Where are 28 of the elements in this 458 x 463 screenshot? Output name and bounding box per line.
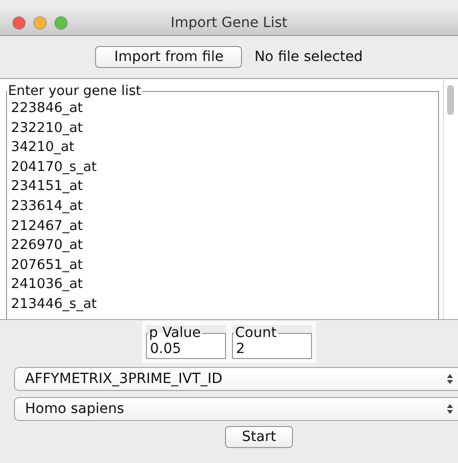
start-button[interactable]: Start: [224, 426, 294, 448]
gene-id: 213446_s_at: [11, 294, 98, 314]
window-control-icon[interactable]: [33, 16, 47, 30]
gene-id: 204170_s_at: [11, 158, 98, 177]
gene-id: 233614_at: [11, 196, 84, 216]
dropdown[interactable]: Homo sapiens: [14, 397, 458, 421]
window-control-icon[interactable]: [54, 16, 68, 30]
field-value: 2: [236, 341, 246, 357]
stepper-icon: [446, 373, 454, 385]
gene-list-legend: Enter your gene list: [7, 84, 142, 99]
file-status: No file selected: [254, 49, 363, 65]
window-title: Import Gene List: [170, 14, 288, 30]
gene-id: 226970_at: [11, 236, 84, 256]
gene-id: 212467_at: [11, 216, 84, 236]
gene-id: 241036_at: [11, 275, 84, 294]
dropdown[interactable]: AFFYMETRIX_3PRIME_IVT_ID: [14, 367, 458, 391]
gene-id: 234151_at: [11, 177, 84, 196]
window-control-icon[interactable]: [12, 16, 26, 30]
field-legend: Count: [234, 325, 278, 341]
gene-id: 207651_at: [11, 256, 84, 275]
field-value: 0.05: [150, 341, 182, 357]
stepper-icon: [446, 403, 454, 415]
gene-list-area[interactable]: Enter your gene list 223846_at 232210_at 34210_at 204170_s_at 234151_at 233614_at 212467_at 226970_at 207651_at 241036_at 213446_s_at: [0, 78, 458, 320]
gene-id: 223846_at: [11, 99, 84, 118]
import-button[interactable]: Import from file: [95, 46, 242, 68]
gene-id: 34210_at: [11, 138, 76, 158]
gene-id: 232210_at: [11, 118, 84, 138]
field-legend: p Value: [148, 325, 202, 341]
